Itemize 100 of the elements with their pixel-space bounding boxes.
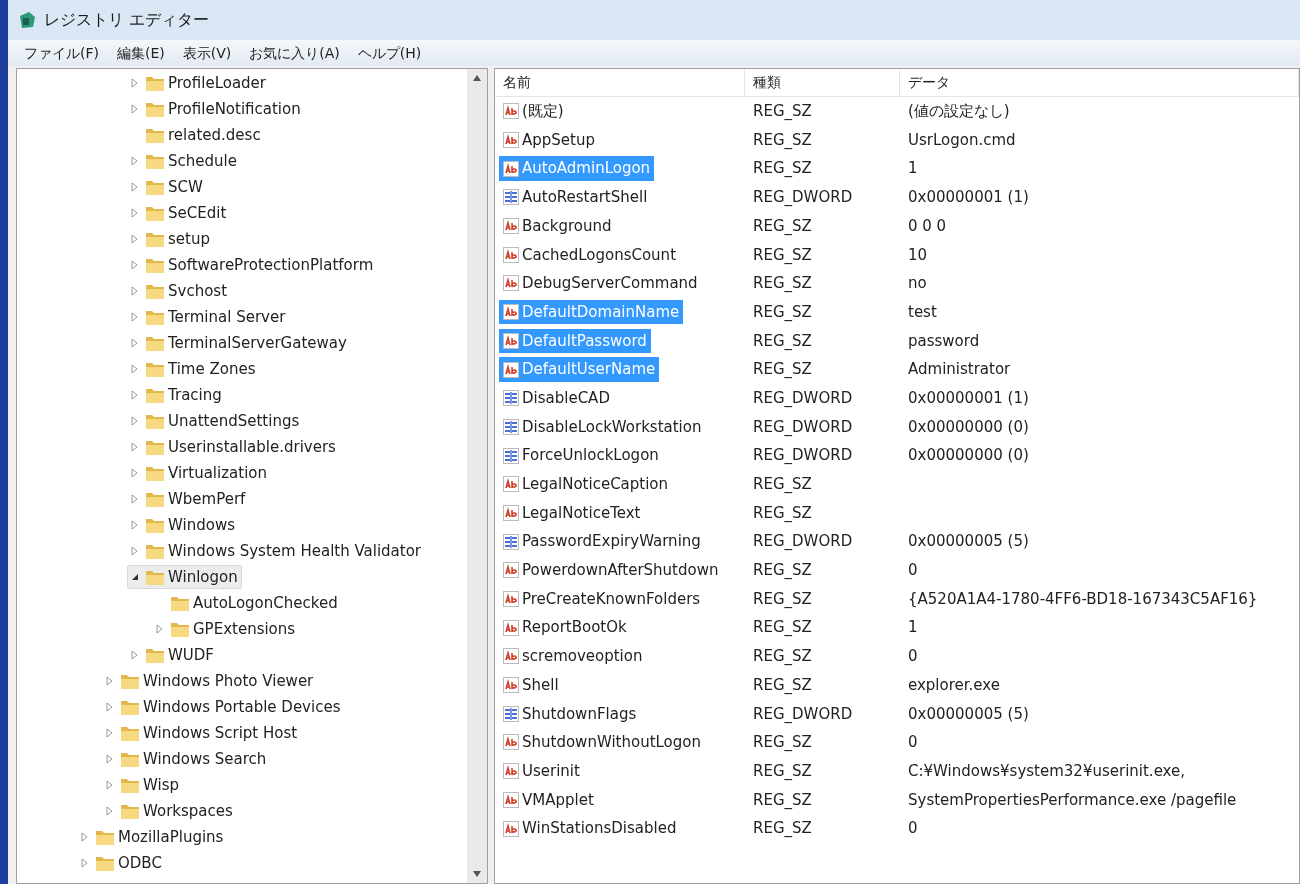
value-type: REG_DWORD [752,531,854,553]
value-data: 0 [907,818,919,840]
menu-item[interactable]: ヘルプ(H) [349,41,430,65]
value-name[interactable]: DisableLockWorkstation [499,414,706,440]
text-value-icon [503,562,519,579]
value-type: REG_SZ [752,674,813,696]
text-value-icon [503,132,519,149]
tree-item[interactable]: Time Zones [127,356,260,382]
menu-item[interactable]: 表示(V) [174,41,240,65]
tree-item[interactable]: TerminalServerGateway [127,330,351,356]
tree-item[interactable]: Windows Photo Viewer [102,668,318,694]
text-value-icon [503,591,519,608]
tree-item[interactable]: SeCEdit [127,200,231,226]
folder-icon [145,516,165,534]
value-name[interactable]: PowerdownAfterShutdown [499,558,723,583]
value-name[interactable]: WinStationsDisabled [499,816,681,841]
folder-icon [95,854,115,872]
value-data: UsrLogon.cmd [907,129,1017,151]
value-data: SystemPropertiesPerformance.exe /pagefile [907,789,1238,811]
value-data: no [907,273,928,295]
value-type: REG_SZ [752,359,813,381]
binary-value-icon [503,189,519,206]
tree-item[interactable]: Svchost [127,278,232,304]
value-name[interactable]: ShutdownWithoutLogon [499,730,705,755]
tree-item[interactable]: Tracing [127,382,226,408]
value-name[interactable]: Shell [499,672,563,698]
value-name[interactable]: PreCreateKnownFolders [499,586,705,612]
value-name[interactable]: ShutdownFlags [499,701,641,727]
value-data: explorer.exe [907,674,1001,696]
value-name[interactable]: AppSetup [499,127,599,153]
tree-item[interactable]: UnattendSettings [127,408,304,434]
value-name[interactable]: VMApplet [499,787,598,813]
tree-item[interactable]: Windows Search [102,746,271,772]
menu-item[interactable]: お気に入り(A) [241,41,348,65]
tree-item[interactable]: Winlogon [127,564,242,590]
column-header[interactable]: 名前 [495,69,745,96]
tree-item[interactable]: Windows [127,512,239,538]
value-name[interactable]: LegalNoticeText [499,500,645,526]
tree-item[interactable]: WbemPerf [127,486,250,512]
value-data: 1 [907,158,919,180]
tree-item[interactable]: Windows Portable Devices [102,694,345,720]
column-header[interactable]: 種類 [745,69,900,96]
tree-item[interactable]: related.desc [127,122,265,148]
tree-item[interactable]: Terminal Server [127,304,290,330]
folder-icon [145,282,165,300]
tree-item[interactable]: WUDF [127,642,218,668]
value-type: REG_SZ [752,330,813,352]
value-name[interactable]: scremoveoption [499,644,647,669]
value-name[interactable]: ForceUnlockLogon [499,443,663,468]
folder-icon [145,490,165,508]
tree-item[interactable]: MozillaPlugins [77,824,228,850]
value-type: REG_SZ [752,732,813,754]
tree-item[interactable]: ODBC [77,850,166,876]
value-name[interactable]: DebugServerCommand [499,271,702,296]
value-name[interactable]: AutoRestartShell [499,185,652,210]
binary-value-icon [503,705,519,722]
menu-item[interactable]: 編集(E) [109,41,173,65]
scroll-up-icon[interactable] [473,75,481,81]
text-value-icon [503,304,519,321]
tree-item[interactable]: AutoLogonChecked [152,590,342,616]
tree-item[interactable]: Userinstallable.drivers [127,434,340,460]
value-data: {A520A1A4-1780-4FF6-BD18-167343C5AF16} [907,588,1259,610]
value-name[interactable]: CachedLogonsCount [499,242,680,268]
scrollbar[interactable] [467,69,487,883]
tree-item[interactable]: GPExtensions [152,616,300,642]
value-name[interactable]: LegalNoticeCaption [499,472,673,497]
value-name[interactable]: ReportBootOk [499,615,631,640]
tree-item[interactable]: SCW [127,174,207,200]
tree-item[interactable]: Windows System Health Validator [127,538,425,564]
text-value-icon [503,103,519,120]
value-data: C:¥Windows¥system32¥userinit.exe, [907,760,1187,782]
text-value-icon [503,218,519,235]
tree-item[interactable]: Virtualization [127,460,271,486]
value-name[interactable]: (既定) [499,99,568,124]
folder-icon [120,698,140,716]
column-header[interactable]: データ [900,69,1299,96]
value-type: REG_SZ [752,129,813,151]
tree-item[interactable]: setup [127,226,214,252]
menu-item[interactable]: ファイル(F) [16,41,107,65]
tree-item[interactable]: Workspaces [102,798,237,824]
folder-icon [145,568,165,586]
value-name[interactable]: Background [499,213,616,239]
value-type: REG_SZ [752,273,813,295]
folder-icon [145,100,165,118]
scroll-down-icon[interactable] [473,871,481,877]
tree-item[interactable]: Wisp [102,772,183,798]
tree-item[interactable]: SoftwareProtectionPlatform [127,252,378,278]
value-name[interactable]: PasswordExpiryWarning [499,529,705,554]
folder-icon [145,178,165,196]
value-type: REG_DWORD [752,445,854,467]
value-type: REG_DWORD [752,187,854,209]
tree-item[interactable]: Schedule [127,148,241,174]
tree-item[interactable]: ProfileLoader [127,70,271,96]
folder-icon [145,308,165,326]
tree-item[interactable]: Windows Script Host [102,720,302,746]
value-data: 10 [907,244,929,266]
tree-item[interactable]: ProfileNotification [127,96,305,122]
value-name[interactable]: Userinit [499,758,584,784]
value-name[interactable]: DisableCAD [499,385,614,411]
folder-icon [145,230,165,248]
